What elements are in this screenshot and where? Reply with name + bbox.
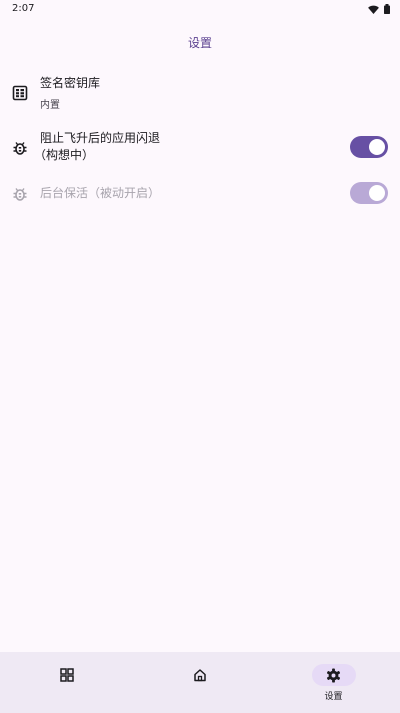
toggle-knob	[369, 185, 385, 201]
setting-keystore[interactable]: 签名密钥库 内置	[0, 72, 400, 116]
battery-icon	[384, 4, 390, 14]
keep-alive-toggle	[350, 182, 388, 204]
nav-icon-wrap-active	[311, 664, 356, 686]
home-icon	[193, 669, 206, 682]
status-bar: 2:07	[0, 0, 400, 20]
setting-prevent-crash-title: 阻止飞升后的应用闪退	[40, 131, 161, 145]
page-title: 设置	[187, 36, 212, 50]
setting-prevent-crash-title-line2: （构想中）	[34, 148, 95, 162]
bug-icon	[13, 142, 27, 155]
toggle-knob	[369, 139, 385, 155]
bottom-nav: 设置	[0, 652, 400, 713]
nav-icon-wrap	[45, 664, 89, 686]
nav-label-settings: 设置	[324, 692, 343, 702]
prevent-crash-toggle[interactable]	[350, 136, 388, 158]
grid-icon	[59, 668, 74, 682]
bug-icon	[13, 188, 27, 201]
setting-keystore-title: 签名密钥库	[40, 76, 101, 90]
status-time: 2:07	[12, 3, 35, 14]
setting-keep-alive: 后台保活（被动开启）	[0, 180, 400, 208]
nav-item-settings[interactable]: 设置	[267, 652, 400, 713]
nav-item-home[interactable]	[133, 652, 266, 713]
wifi-icon	[368, 5, 379, 14]
keystore-icon	[12, 85, 28, 101]
status-icons	[368, 4, 390, 14]
nav-item-apps[interactable]	[0, 652, 133, 713]
setting-keep-alive-title: 后台保活（被动开启）	[40, 186, 161, 200]
setting-prevent-crash[interactable]: 阻止飞升后的应用闪退 （构想中）	[0, 128, 400, 168]
setting-keystore-subtitle: 内置	[40, 100, 60, 111]
nav-icon-wrap	[178, 664, 222, 686]
gear-icon	[326, 667, 341, 683]
